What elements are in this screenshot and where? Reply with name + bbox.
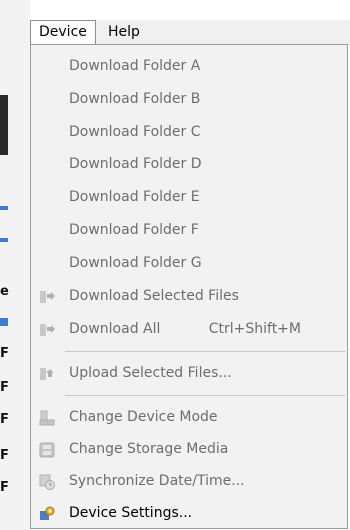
menu-item-download-folder-b[interactable]: Download Folder B <box>31 84 347 115</box>
menu-item-download-selected-files[interactable]: Download Selected Files <box>31 281 347 312</box>
menu-item-change-storage-media[interactable]: Change Storage Media <box>31 434 347 465</box>
menu-item-label: Download Folder E <box>69 189 200 205</box>
menu-item-label: Download Folder G <box>69 255 202 271</box>
menu-item-download-folder-c[interactable]: Download Folder C <box>31 117 347 148</box>
menu-bar: Device Help <box>30 20 350 45</box>
menu-separator <box>65 351 345 352</box>
menu-help[interactable]: Help <box>100 20 148 44</box>
background-text: F <box>0 412 9 427</box>
background-text: e <box>0 284 9 299</box>
menu-item-label: Device Settings... <box>69 505 193 521</box>
menu-item-label: Download Folder D <box>69 156 202 172</box>
background-blue-bar <box>0 206 8 210</box>
upload-arrow-icon <box>38 365 56 383</box>
menu-item-label: Download Folder A <box>69 58 201 74</box>
menu-item-label: Change Storage Media <box>69 441 229 457</box>
device-menu-dropdown: Download Folder A Download Folder B Down… <box>30 44 348 529</box>
background-dark-panel <box>0 95 8 155</box>
background-text: F <box>0 480 9 495</box>
menu-item-download-all[interactable]: Download All Ctrl+Shift+M <box>31 314 347 345</box>
device-settings-icon <box>38 505 56 523</box>
menu-item-label: Download Folder B <box>69 91 201 107</box>
menu-item-download-folder-d[interactable]: Download Folder D <box>31 149 347 180</box>
menu-item-download-folder-g[interactable]: Download Folder G <box>31 248 347 279</box>
menu-item-label: Download All <box>69 321 161 337</box>
menu-item-label: Upload Selected Files... <box>69 365 232 381</box>
background-window: e F F F F F <box>0 0 30 530</box>
sync-clock-icon <box>38 473 56 491</box>
background-text: F <box>0 380 9 395</box>
download-arrow-icon <box>38 321 56 339</box>
background-blue-bar <box>0 318 8 326</box>
menu-item-label: Synchronize Date/Time... <box>69 473 245 489</box>
device-mode-icon <box>38 409 56 427</box>
menu-item-shortcut: Ctrl+Shift+M <box>208 321 301 337</box>
background-blue-bar <box>0 238 8 242</box>
menu-item-device-settings[interactable]: Device Settings... <box>31 498 347 529</box>
download-arrow-icon <box>38 288 56 306</box>
storage-media-icon <box>38 441 56 459</box>
background-text: F <box>0 448 9 463</box>
menu-item-download-folder-e[interactable]: Download Folder E <box>31 182 347 213</box>
menu-item-download-folder-f[interactable]: Download Folder F <box>31 215 347 246</box>
menu-item-synchronize-date-time[interactable]: Synchronize Date/Time... <box>31 466 347 497</box>
menu-item-label: Download Folder F <box>69 222 199 238</box>
menu-item-label: Download Folder C <box>69 124 201 140</box>
menu-item-label: Change Device Mode <box>69 409 218 425</box>
menu-item-upload-selected-files[interactable]: Upload Selected Files... <box>31 358 347 389</box>
menu-item-change-device-mode[interactable]: Change Device Mode <box>31 402 347 433</box>
background-text: F <box>0 346 9 361</box>
menu-item-label: Download Selected Files <box>69 288 239 304</box>
menu-device[interactable]: Device <box>30 20 96 45</box>
menu-item-download-folder-a[interactable]: Download Folder A <box>31 51 347 82</box>
menu-separator <box>65 395 345 396</box>
